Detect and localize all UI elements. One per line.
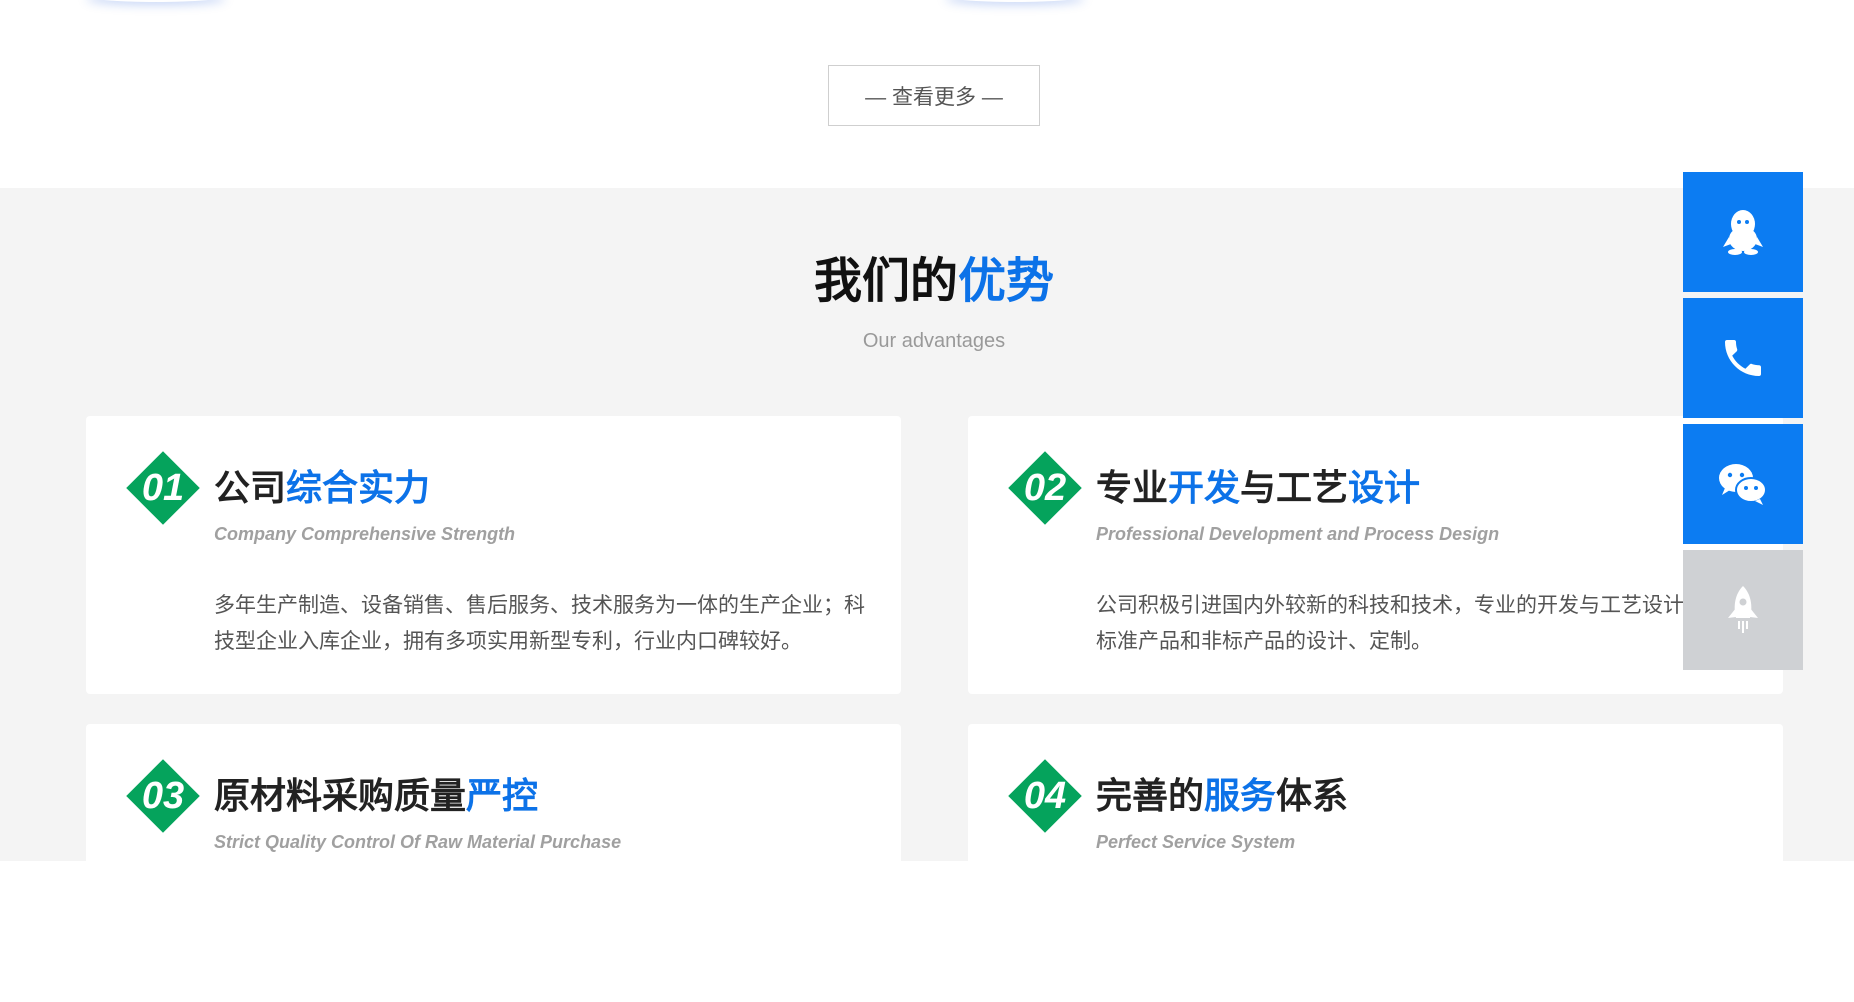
card-title-dark: 专业 (1096, 467, 1169, 508)
qq-button[interactable] (1683, 172, 1803, 292)
card-description: 多年生产制造、设备销售、售后服务、技术服务为一体的生产企业；科技型企业入库企业，… (214, 594, 865, 653)
card-title-dark: 原材料采购质量 (214, 775, 467, 816)
section-title: 我们的优势 (0, 254, 1854, 310)
qq-icon (1723, 210, 1763, 255)
advantage-card-3: 03 原材料采购质量严控 Strict Quality Control Of R… (86, 724, 901, 1002)
product-card-shadow (86, 0, 226, 2)
badge-number: 03 (141, 775, 185, 817)
advantage-card-1: 01 公司综合实力 Company Comprehensive Strength… (86, 416, 901, 694)
advantage-card-2: 02 专业开发与工艺设计 Professional Development an… (968, 416, 1783, 694)
floating-contact-bar (1683, 172, 1803, 676)
card-subtitle: Professional Development and Process Des… (1096, 524, 1500, 544)
rocket-icon (1728, 586, 1758, 633)
card-title: 完善的服务体系 (1096, 774, 1348, 818)
section-title-black: 我们的 (813, 255, 958, 308)
card-title: 专业开发与工艺设计 (1096, 466, 1420, 510)
card-title: 原材料采购质量严控 (214, 774, 538, 818)
number-badge: 04 (1008, 759, 1082, 833)
section-subtitle: Our advantages (862, 330, 1006, 352)
card-title-dark: 完善的 (1096, 775, 1205, 816)
back-to-top-button[interactable] (1683, 550, 1803, 670)
card-title-dark-2: 与工艺 (1240, 467, 1349, 508)
number-badge: 01 (126, 451, 200, 525)
advantages-section: 我们的优势 Our advantages 01 公司综合实力 Company C… (0, 188, 1854, 1002)
advantage-card-4: 04 完善的服务体系 Perfect Service System (968, 724, 1783, 1002)
section-title-blue: 优势 (958, 255, 1055, 308)
number-badge: 03 (126, 759, 200, 833)
view-more-button[interactable]: — 查看更多 — (828, 65, 1040, 126)
badge-number: 01 (141, 467, 185, 509)
card-title-blue: 开发 (1168, 467, 1241, 508)
card-subtitle: Perfect Service System (1096, 832, 1296, 852)
wechat-icon (1719, 464, 1767, 505)
card-title-blue: 服务 (1204, 775, 1277, 816)
card-title-blue: 严控 (466, 775, 539, 816)
card-title-dark: 公司 (214, 467, 287, 508)
card-description: 公司积极引进国内外较新的科技和技术，专业的开发与工艺设计，提供标准产品和非标产品… (1096, 594, 1747, 653)
badge-number: 02 (1023, 467, 1067, 509)
card-title-blue: 综合实力 (286, 467, 431, 508)
card-title-blue-2: 设计 (1348, 467, 1421, 508)
number-badge: 02 (1008, 451, 1082, 525)
wechat-button[interactable] (1683, 424, 1803, 544)
phone-icon (1725, 340, 1761, 376)
product-card-shadow (945, 0, 1085, 2)
card-title-dark-2: 体系 (1276, 775, 1349, 816)
phone-button[interactable] (1683, 298, 1803, 418)
card-title: 公司综合实力 (214, 466, 430, 510)
card-subtitle: Company Comprehensive Strength (214, 524, 516, 544)
card-subtitle: Strict Quality Control Of Raw Material P… (214, 832, 622, 852)
badge-number: 04 (1023, 775, 1067, 817)
